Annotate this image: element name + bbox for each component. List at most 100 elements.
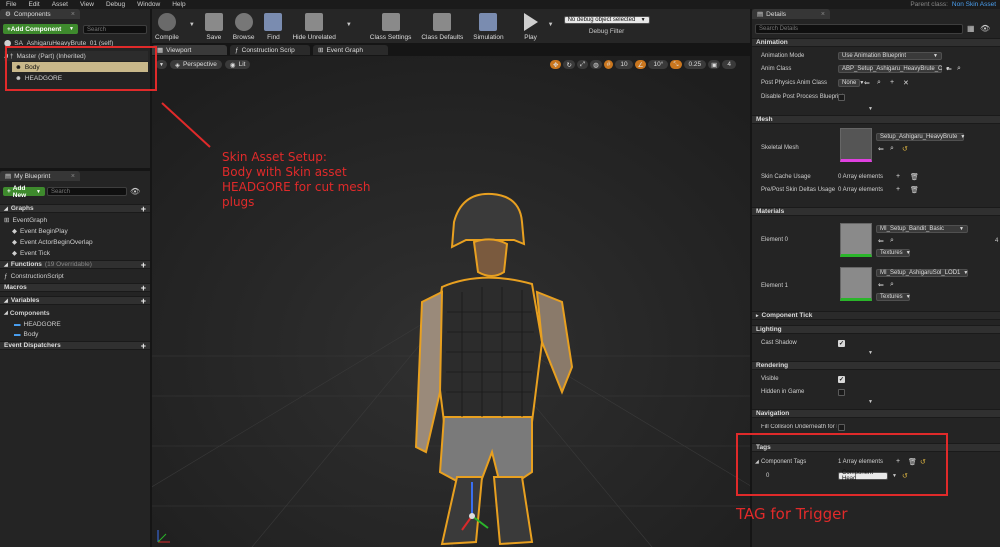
delete-icon[interactable]: 🗑 [910, 173, 919, 181]
variable-item[interactable]: ▬ Body [14, 329, 38, 339]
add-component-button[interactable]: +Add Component ▼ [3, 24, 78, 34]
components-subheader[interactable]: ◢ Components [4, 308, 50, 318]
expand-arrow-icon[interactable]: ▼ [868, 399, 873, 405]
add-icon[interactable]: + [890, 79, 894, 86]
translate-icon[interactable]: ✥ [550, 60, 562, 69]
clear-icon[interactable]: ✕ [903, 79, 909, 87]
hidden-in-game-checkbox[interactable] [838, 389, 845, 396]
eye-icon[interactable]: 👁 [130, 187, 140, 196]
event-item[interactable]: ◆ Event ActorBeginOverlap [12, 237, 93, 247]
mesh-section-header[interactable]: Mesh [752, 115, 1000, 124]
browse-button[interactable]: Browse [233, 7, 254, 41]
grid-view-icon[interactable]: ▦ [967, 24, 975, 33]
blueprint-search-input[interactable]: Search [47, 187, 127, 196]
debug-object-select[interactable]: No debug object selected ▼ [563, 15, 650, 24]
add-function-icon[interactable]: + [141, 260, 146, 269]
skeletal-mesh-thumbnail[interactable] [840, 128, 872, 162]
anim-class-select[interactable]: ABP_Setup_Ashigaru_HeavyBrute_C ▼ [838, 65, 950, 73]
search-icon[interactable]: ⌕ [877, 79, 881, 87]
component-tick-section-header[interactable]: ▸ Component Tick [752, 311, 1000, 320]
components-search-input[interactable]: Search [83, 25, 147, 34]
perspective-button[interactable]: ◈ Perspective [169, 60, 222, 69]
character-mesh[interactable] [382, 192, 602, 547]
event-item[interactable]: ◆ Event Tick [12, 248, 50, 258]
delete-icon[interactable]: 🗑 [910, 186, 919, 194]
tab-construction-script[interactable]: ƒ Construction Scrip [230, 45, 310, 55]
angle-snap-icon[interactable]: ∠ [634, 60, 647, 69]
search-icon[interactable]: ⌕ [890, 237, 894, 245]
compile-button[interactable]: Compile [155, 7, 179, 41]
graphs-header[interactable]: ◢ Graphs + [0, 204, 150, 213]
eye-icon[interactable]: 👁 [980, 24, 990, 33]
tab-event-graph[interactable]: ⊞ Event Graph [313, 45, 388, 55]
class-defaults-button[interactable]: Class Defaults [421, 7, 463, 41]
grid-snap-value[interactable]: 10 [615, 60, 633, 69]
menu-view[interactable]: View [74, 1, 100, 8]
my-blueprint-tab[interactable]: ▤ My Blueprint × [0, 171, 80, 181]
details-tab[interactable]: ▤ Details × [752, 9, 830, 19]
rotate-icon[interactable]: ↻ [563, 60, 575, 69]
camera-speed-icon[interactable]: ▣ [708, 60, 721, 69]
close-icon[interactable]: × [821, 11, 825, 18]
close-icon[interactable]: × [71, 173, 75, 180]
angle-snap-value[interactable]: 10° [648, 60, 669, 69]
tab-viewport[interactable]: ▦ Viewport [152, 45, 227, 55]
use-selected-icon[interactable]: ⇐ [864, 79, 870, 87]
add-new-button[interactable]: + Add New ▼ [3, 185, 45, 199]
find-button[interactable]: Find [264, 7, 283, 41]
scale-snap-icon[interactable]: ⤡ [670, 60, 682, 69]
chevron-down-icon[interactable]: ▼ [548, 22, 554, 28]
add-dispatcher-icon[interactable]: + [141, 341, 146, 350]
chevron-down-icon[interactable]: ▼ [346, 22, 352, 28]
lighting-section-header[interactable]: Lighting [752, 325, 1000, 334]
viewport[interactable]: ▼ ◈ Perspective ◉ Lit ✥ ↻ ⤢ ◍ # 10 ∠ 10°… [152, 56, 750, 547]
menu-file[interactable]: File [0, 1, 22, 8]
search-icon[interactable]: ⌕ [890, 145, 894, 153]
animation-section-header[interactable]: Animation [752, 38, 1000, 47]
reset-icon[interactable]: ↺ [902, 145, 908, 153]
construction-script-item[interactable]: ƒ ConstructionScript [4, 271, 64, 281]
menu-asset[interactable]: Asset [46, 1, 74, 8]
expand-arrow-icon[interactable]: ▼ [868, 106, 873, 112]
scale-icon[interactable]: ⤢ [576, 60, 589, 69]
material0-select[interactable]: MI_Setup_Bandit_Basic ▼ [876, 225, 968, 233]
material1-select[interactable]: MI_Setup_AshigaruSol_LOD1 ▼ [876, 269, 968, 277]
material1-thumbnail[interactable] [840, 267, 872, 301]
eventgraph-item[interactable]: ⊞ EventGraph [4, 215, 47, 225]
post-physics-select[interactable]: None ▼ [838, 79, 864, 87]
grid-snap-icon[interactable]: # [603, 60, 614, 69]
menu-edit[interactable]: Edit [22, 1, 45, 8]
skeletal-mesh-select[interactable]: Setup_Ashigaru_HeavyBrute ▼ [876, 133, 965, 141]
close-icon[interactable]: × [71, 11, 75, 18]
add-graph-icon[interactable]: + [141, 204, 146, 213]
class-settings-button[interactable]: Class Settings [370, 7, 411, 41]
add-icon[interactable]: + [896, 186, 900, 193]
add-icon[interactable]: + [896, 173, 900, 180]
save-button[interactable]: Save [204, 7, 223, 41]
use-selected-icon[interactable]: ⇐ [946, 65, 952, 73]
navigation-section-header[interactable]: Navigation [752, 409, 1000, 418]
expand-arrow-icon[interactable]: ▼ [868, 350, 873, 356]
functions-header[interactable]: ◢ Functions (19 Overridable) + [0, 260, 150, 269]
search-icon[interactable]: ⌕ [890, 281, 894, 289]
parent-class-link[interactable]: Non Skin Asset [952, 1, 996, 8]
hide-unrelated-button[interactable]: Hide Unrelated [292, 7, 336, 41]
viewport-options-button[interactable]: ▼ [156, 60, 167, 69]
disable-post-process-checkbox[interactable] [838, 94, 845, 101]
add-macro-icon[interactable]: + [141, 283, 146, 292]
rendering-section-header[interactable]: Rendering [752, 361, 1000, 370]
details-search-input[interactable]: Search Details [755, 24, 963, 34]
components-tab[interactable]: ⚙ Components × [0, 9, 80, 19]
materials-section-header[interactable]: Materials [752, 207, 1000, 216]
use-selected-icon[interactable]: ⇐ [878, 145, 884, 153]
chevron-down-icon[interactable]: ▼ [189, 22, 195, 28]
simulation-button[interactable]: Simulation [473, 7, 504, 41]
fill-collision-checkbox[interactable] [838, 424, 845, 431]
variable-item[interactable]: ▬ HEADGORE [14, 319, 61, 329]
material0-textures-button[interactable]: Textures ▼ [876, 249, 911, 257]
search-icon[interactable]: ⌕ [957, 65, 961, 73]
add-variable-icon[interactable]: + [141, 296, 146, 305]
use-selected-icon[interactable]: ⇐ [878, 281, 884, 289]
variables-header[interactable]: ◢ Variables + [0, 296, 150, 305]
anim-mode-select[interactable]: Use Animation Blueprint ▼ [838, 52, 942, 60]
